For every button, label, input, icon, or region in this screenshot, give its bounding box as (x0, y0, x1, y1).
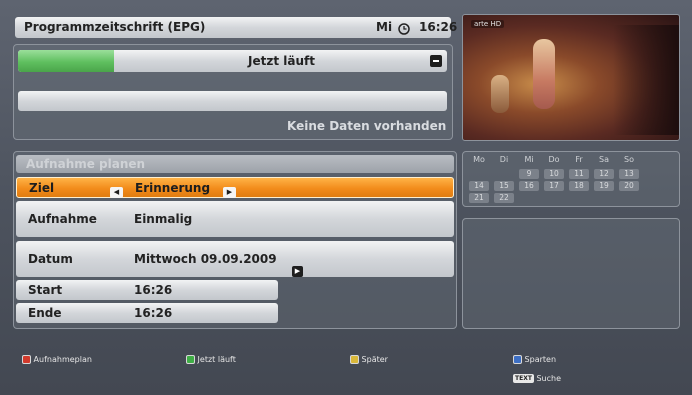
now-running-bar[interactable]: Jetzt läuft (18, 50, 447, 72)
blue-key-icon (513, 355, 522, 364)
calendar-day[interactable]: 21 (469, 193, 489, 203)
calendar-day[interactable]: 18 (569, 181, 589, 191)
legend-yellow[interactable]: Später (350, 355, 388, 364)
weekday-so: So (624, 155, 634, 164)
preview-figure (533, 39, 555, 109)
header-bar: Programmzeitschrift (EPG) Mi 16:26 (15, 17, 457, 38)
yellow-key-icon (350, 355, 359, 364)
page-title: Programmzeitschrift (EPG) (24, 20, 206, 34)
weekday-fr: Fr (575, 155, 583, 164)
end-value: 16:26 (134, 306, 173, 320)
progress-fill (18, 50, 114, 72)
weekday-di: Di (499, 155, 509, 164)
end-row[interactable]: Ende 16:26 (16, 303, 278, 323)
recording-type-value: Einmalig (134, 212, 193, 226)
program-row-bar[interactable] (18, 91, 447, 111)
date-label: Datum (28, 252, 73, 266)
legend-red-label: Aufnahmeplan (33, 355, 92, 364)
target-value: Erinnerung (135, 181, 211, 195)
minus-icon[interactable] (430, 55, 442, 67)
calendar-day[interactable]: 9 (519, 169, 539, 179)
end-label: Ende (28, 306, 62, 320)
calendar-day[interactable]: 16 (519, 181, 539, 191)
header-day: Mi (376, 20, 393, 34)
channel-label: arte HD (471, 20, 505, 28)
calendar-panel: Mo Di Mi Do Fr Sa So 9 10 11 12 13 14 15… (462, 151, 680, 207)
recording-heading-bar: Aufnahme planen (16, 155, 454, 173)
calendar-day[interactable]: 22 (494, 193, 514, 203)
calendar-day[interactable]: 11 (569, 169, 589, 179)
chevron-right-icon[interactable]: ▶ (223, 182, 236, 202)
now-running-label: Jetzt läuft (248, 54, 315, 68)
legend-green[interactable]: Jetzt läuft (186, 355, 236, 364)
no-data-text: Keine Daten vorhanden (287, 119, 447, 133)
calendar-day[interactable]: 15 (494, 181, 514, 191)
epg-screen: Programmzeitschrift (EPG) Mi 16:26 Jetzt… (0, 0, 692, 395)
clock-icon (398, 21, 410, 35)
legend-text[interactable]: TEXT Suche (513, 374, 561, 383)
calendar-day[interactable]: 17 (544, 181, 564, 191)
calendar-day[interactable]: 20 (619, 181, 639, 191)
recording-type-row[interactable]: Aufnahme Einmalig (16, 201, 454, 237)
legend-green-label: Jetzt läuft (197, 355, 236, 364)
weekday-mo: Mo (473, 155, 485, 164)
legend-red[interactable]: Aufnahmeplan (22, 355, 92, 364)
info-panel (462, 218, 680, 329)
weekday-mi: Mi (524, 155, 534, 164)
date-row[interactable]: Datum Mittwoch 09.09.2009 ▶ (16, 241, 454, 277)
chevron-left-icon[interactable]: ◀ (110, 182, 123, 202)
calendar-day[interactable]: 10 (544, 169, 564, 179)
legend-yellow-label: Später (361, 355, 388, 364)
legend-text-label: Suche (536, 374, 562, 383)
green-key-icon (186, 355, 195, 364)
calendar-day[interactable]: 14 (469, 181, 489, 191)
video-preview: arte HD (462, 14, 680, 141)
text-key-icon: TEXT (513, 374, 534, 383)
date-next-icon[interactable]: ▶ (292, 253, 303, 289)
start-value: 16:26 (134, 283, 173, 297)
legend-blue[interactable]: Sparten (513, 355, 556, 364)
calendar-day[interactable]: 13 (619, 169, 639, 179)
header-time: 16:26 (419, 20, 458, 34)
recording-type-label: Aufnahme (28, 212, 97, 226)
weekday-sa: Sa (599, 155, 609, 164)
target-row[interactable]: Ziel ◀ Erinnerung ▶ (16, 177, 454, 198)
start-label: Start (28, 283, 63, 297)
calendar-day[interactable]: 12 (594, 169, 614, 179)
weekday-do: Do (548, 155, 560, 164)
target-label: Ziel (29, 181, 55, 195)
red-key-icon (22, 355, 31, 364)
legend-blue-label: Sparten (524, 355, 557, 364)
calendar-day[interactable]: 19 (594, 181, 614, 191)
date-value: Mittwoch 09.09.2009 (134, 252, 277, 266)
preview-figure-small (491, 75, 509, 113)
recording-heading: Aufnahme planen (26, 157, 146, 171)
start-row[interactable]: Start 16:26 (16, 280, 278, 300)
preview-dark-area (613, 25, 679, 135)
